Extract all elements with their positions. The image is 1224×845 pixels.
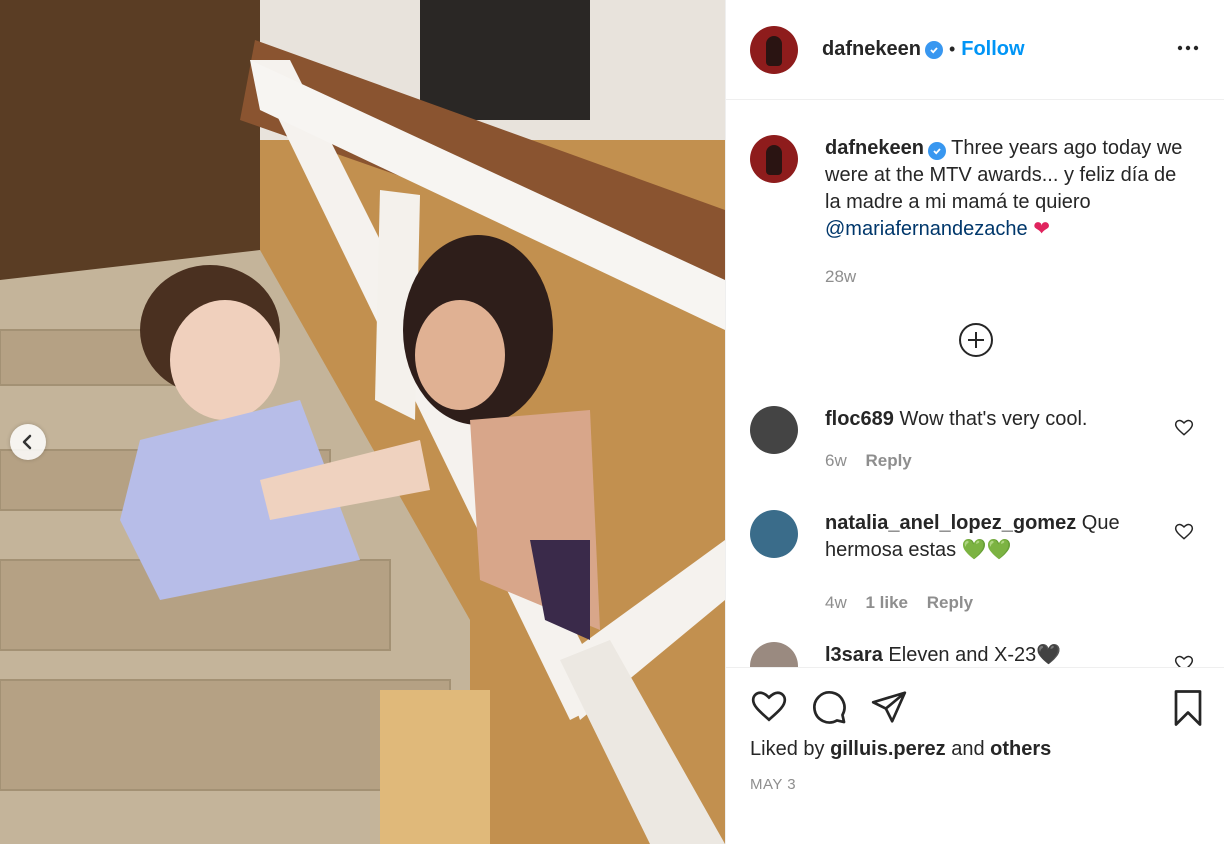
liked-prefix: Liked by [750,738,825,760]
load-more-comments-icon[interactable] [958,322,994,358]
liked-and: and [951,738,985,760]
comment-item: natalia_anel_lopez_gomez Que hermosa est… [750,510,1200,616]
green-heart-emoji: 💚💚 [961,539,1012,561]
comment-username[interactable]: natalia_anel_lopez_gomez [825,512,1076,534]
comment-username[interactable]: l3sara [825,644,883,666]
reply-button[interactable]: Reply [927,593,973,612]
commenter-avatar[interactable] [750,406,798,454]
comment-likes[interactable]: 1 like [865,593,908,612]
commenter-avatar[interactable] [750,510,798,558]
comment-time[interactable]: 4w [825,593,847,612]
post-side-panel: dafnekeen • Follow dafnekeen Three years… [725,0,1224,844]
verified-badge-icon [927,142,946,160]
caption-mention[interactable]: @mariafernandezache [825,218,1028,240]
comment-text: Wow that's very cool. [899,408,1088,430]
share-icon[interactable] [870,688,908,731]
comment-text: Eleven and X-23 [888,644,1037,666]
like-icon[interactable] [750,688,788,731]
comment-icon[interactable] [810,688,848,731]
post-header: dafnekeen • Follow [726,0,1224,100]
caption-time[interactable]: 28w [825,263,1190,290]
more-options-icon[interactable] [1176,36,1200,65]
comment-time[interactable]: 6w [825,451,847,470]
like-comment-icon[interactable] [1174,418,1194,443]
post-date[interactable]: MAY 3 [750,776,796,793]
black-heart-emoji: 🖤 [1036,644,1062,666]
caption-username[interactable]: dafnekeen [825,137,924,159]
bookmark-icon[interactable] [1170,688,1206,733]
post-photo [0,0,725,844]
verified-badge-icon [924,40,943,59]
liked-others[interactable]: others [990,738,1051,760]
comment-item: l3sara Eleven and X-23🖤 [750,642,1200,667]
comment-username[interactable]: floc689 [825,408,894,430]
heart-emoji: ❤ [1033,218,1050,240]
liked-by-user[interactable]: gilluis.perez [830,738,946,760]
like-comment-icon[interactable] [1174,654,1194,667]
separator: • [948,39,956,59]
comment-item: floc689 Wow that's very cool. 6w Reply [750,406,1200,474]
comments-section[interactable]: dafnekeen Three years ago today we were … [726,100,1224,667]
like-comment-icon[interactable] [1174,522,1194,547]
photo-illustration [0,0,725,844]
reply-button[interactable]: Reply [865,451,911,470]
commenter-avatar[interactable] [750,642,798,667]
caption-avatar[interactable] [750,135,798,183]
previous-photo-button[interactable] [10,424,46,460]
author-username[interactable]: dafnekeen [822,38,921,61]
follow-button[interactable]: Follow [961,38,1024,61]
author-avatar[interactable] [750,25,798,74]
chevron-left-icon [22,434,32,450]
post-actions: Liked by gilluis.perez and others MAY 3 [726,667,1224,845]
liked-by: Liked by gilluis.perez and others [750,738,1051,761]
caption: dafnekeen Three years ago today we were … [750,135,1190,290]
